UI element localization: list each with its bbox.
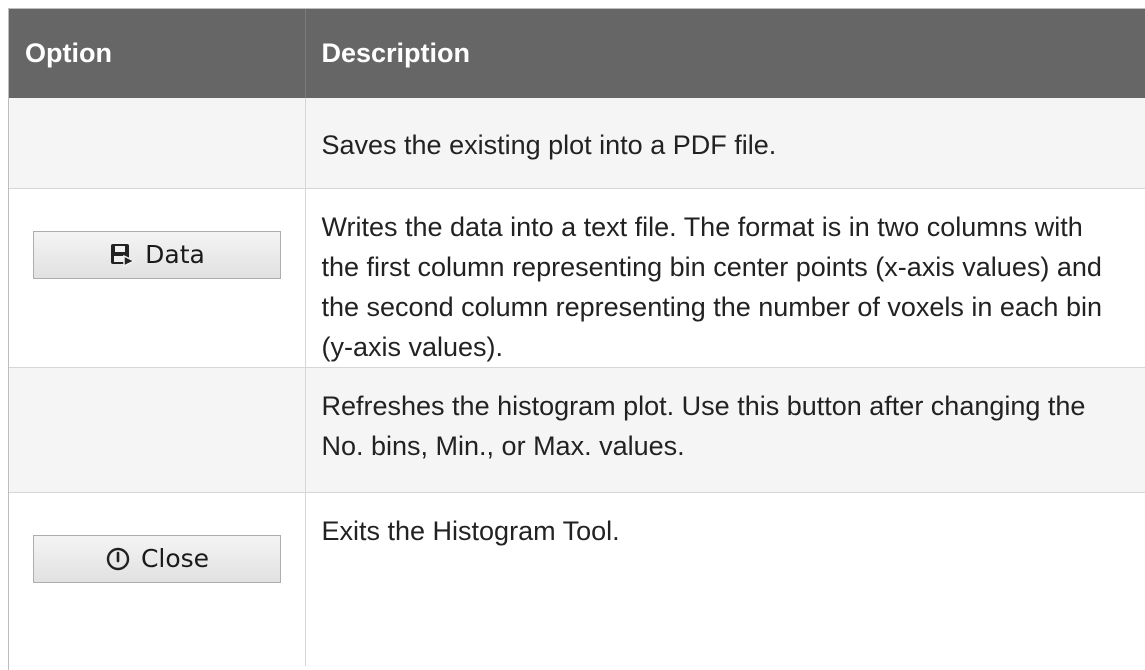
table-row: Data Writes the data into a text file. T… bbox=[9, 188, 1145, 368]
description-cell: Saves the existing plot into a PDF file. bbox=[304, 98, 1145, 189]
description-cell: Writes the data into a text file. The fo… bbox=[304, 188, 1145, 368]
save-data-icon bbox=[109, 242, 136, 268]
table-row: Close Exits the Histogram Tool. bbox=[9, 492, 1145, 666]
option-cell: Data bbox=[9, 188, 305, 368]
option-cell: Close bbox=[9, 492, 305, 666]
option-cell-empty bbox=[9, 367, 305, 493]
description-cell: Exits the Histogram Tool. bbox=[304, 492, 1145, 666]
table-row: Saves the existing plot into a PDF file. bbox=[9, 98, 1145, 189]
close-button[interactable]: Close bbox=[33, 534, 281, 583]
data-button-label: Data bbox=[145, 239, 205, 269]
table-header-row: Option Description bbox=[9, 9, 1145, 98]
options-table: Option Description Saves the existing pl… bbox=[9, 9, 1145, 666]
table-row: Refreshes the histogram plot. Use this b… bbox=[9, 367, 1145, 493]
option-cell-empty bbox=[9, 98, 305, 189]
description-column-header: Description bbox=[304, 9, 1145, 98]
description-cell: Refreshes the histogram plot. Use this b… bbox=[304, 367, 1145, 493]
close-button-label: Close bbox=[140, 543, 210, 573]
data-button[interactable]: Data bbox=[33, 230, 281, 279]
option-column-header: Option bbox=[9, 9, 305, 98]
power-icon bbox=[105, 546, 131, 572]
